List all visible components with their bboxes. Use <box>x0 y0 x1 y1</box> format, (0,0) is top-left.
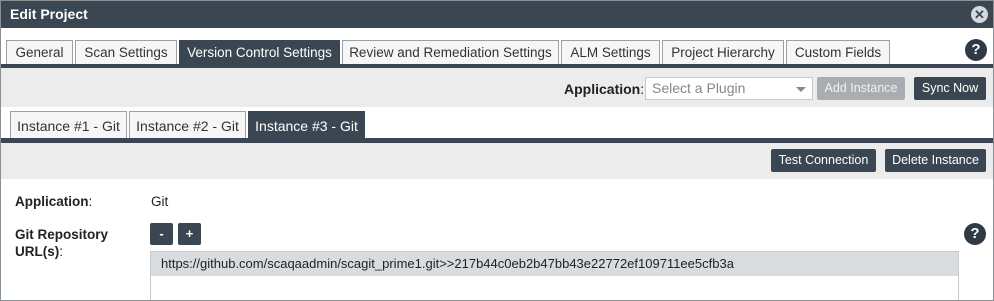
tab-instance-1[interactable]: Instance #1 - Git <box>10 111 127 139</box>
plugin-toolbar: Application: Select a Plugin Add Instanc… <box>1 68 993 107</box>
plugin-select[interactable]: Select a Plugin <box>645 77 813 100</box>
application-value: Git <box>151 194 169 209</box>
help-icon[interactable]: ? <box>965 39 987 61</box>
git-repo-label-line1: Git Repository <box>15 227 109 242</box>
test-connection-button[interactable]: Test Connection <box>771 149 876 172</box>
close-icon[interactable]: ✕ <box>971 6 988 23</box>
plugin-select-placeholder: Select a Plugin <box>652 80 746 96</box>
tab-version-control-settings[interactable]: Version Control Settings <box>179 40 340 64</box>
tab-project-hierarchy[interactable]: Project Hierarchy <box>662 40 784 64</box>
project-tabs: General Scan Settings Version Control Se… <box>1 28 993 66</box>
repo-url-list[interactable]: https://github.com/scaqaadmin/scagit_pri… <box>150 251 959 300</box>
application-field-label: Application: <box>15 194 93 209</box>
help-icon[interactable]: ? <box>964 223 986 245</box>
add-url-button[interactable]: + <box>178 223 201 245</box>
application-label: Application: <box>564 81 645 97</box>
edit-project-dialog: Edit Project ✕ General Scan Settings Ver… <box>0 0 994 301</box>
git-repo-label-line2: URL(s): <box>15 244 64 259</box>
tab-scan-settings[interactable]: Scan Settings <box>75 40 177 64</box>
instance-actions-bar: Test Connection Delete Instance <box>1 143 993 179</box>
tab-custom-fields[interactable]: Custom Fields <box>786 40 890 64</box>
delete-instance-button[interactable]: Delete Instance <box>885 149 986 172</box>
tab-general[interactable]: General <box>6 40 73 64</box>
add-instance-button[interactable]: Add Instance <box>817 77 905 100</box>
tab-instance-3[interactable]: Instance #3 - Git <box>248 111 365 139</box>
tab-instance-2[interactable]: Instance #2 - Git <box>129 111 246 139</box>
tab-review-and-remediation-settings[interactable]: Review and Remediation Settings <box>342 40 559 64</box>
instance-form: Application: Git Git Repository URL(s): … <box>1 179 993 300</box>
sync-now-button[interactable]: Sync Now <box>914 77 986 100</box>
chevron-down-icon <box>796 87 806 92</box>
repo-url-item[interactable]: https://github.com/scaqaadmin/scagit_pri… <box>151 252 958 276</box>
dialog-titlebar: Edit Project ✕ <box>1 1 993 28</box>
remove-url-button[interactable]: - <box>150 223 173 245</box>
dialog-title: Edit Project <box>10 6 88 22</box>
tab-alm-settings[interactable]: ALM Settings <box>561 40 660 64</box>
instance-tabs: Instance #1 - Git Instance #2 - Git Inst… <box>1 107 993 141</box>
